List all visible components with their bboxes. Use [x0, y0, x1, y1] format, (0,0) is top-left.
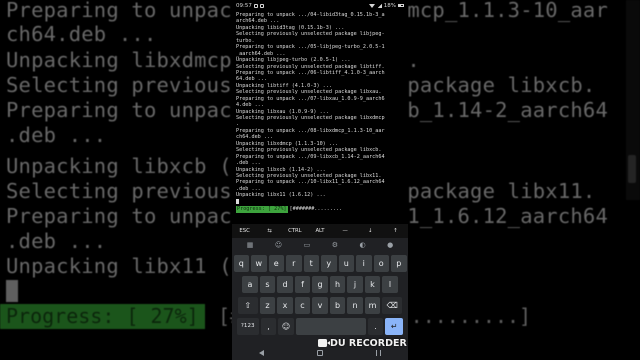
terminal-line: Preparing to unpack .../10-libx11_1.6.12…	[236, 179, 385, 186]
keyboard-row-3: ⇧ z x c v b n m ⌫	[232, 296, 408, 315]
gif-icon[interactable]: ▭	[304, 241, 311, 249]
enter-key[interactable]: ↵	[385, 318, 404, 335]
space-key[interactable]	[295, 318, 366, 335]
key-k[interactable]: k	[364, 276, 381, 293]
key-a[interactable]: a	[242, 276, 258, 293]
key-z[interactable]: z	[259, 297, 276, 314]
arrow-down-key[interactable]: ↓	[358, 224, 383, 238]
key-j[interactable]: j	[347, 276, 363, 293]
key-i[interactable]: i	[356, 255, 372, 272]
shift-key[interactable]: ⇧	[237, 297, 258, 314]
keyboard-row-4: ?123 , ☺ . ↵	[232, 317, 408, 336]
soft-keyboard: ▦ ☺ ▭ ⚙ ◐ ● qwertyuiop asdfghjkl ⇧ z x c v b n…	[232, 238, 408, 346]
key-f[interactable]: f	[294, 276, 311, 293]
terminal-line: Preparing to unpack .../09-libxcb_1.14-2…	[236, 153, 385, 160]
key-w[interactable]: w	[251, 255, 267, 272]
symbols-key[interactable]: ?123	[236, 318, 259, 335]
key-s[interactable]: s	[259, 276, 276, 293]
dash-key[interactable]: —	[333, 224, 358, 238]
left-dim-overlay	[0, 0, 232, 360]
key-b[interactable]: b	[329, 297, 346, 314]
key-g[interactable]: g	[312, 276, 328, 293]
back-icon[interactable]	[258, 350, 264, 356]
signal-icon	[376, 3, 382, 8]
key-c[interactable]: c	[294, 297, 311, 314]
keyboard-toolbar: ▦ ☺ ▭ ⚙ ◐ ●	[232, 238, 408, 252]
esc-key[interactable]: ESC	[232, 224, 257, 238]
palette-icon[interactable]: ◐	[360, 241, 366, 249]
status-time: 09:57	[236, 2, 252, 9]
comma-key[interactable]: ,	[260, 318, 277, 335]
notification-icon	[259, 3, 264, 8]
key-u[interactable]: u	[338, 255, 354, 272]
wifi-icon	[368, 3, 375, 8]
emoji-key[interactable]: ☺	[278, 318, 294, 335]
key-h[interactable]: h	[329, 276, 346, 293]
grid-icon[interactable]: ▦	[247, 241, 254, 249]
key-x[interactable]: x	[277, 297, 293, 314]
recorder-watermark: DU RECORDER	[318, 335, 407, 351]
keyboard-row-2: asdfghjkl	[232, 275, 408, 294]
battery-icon	[398, 3, 404, 8]
mic-icon[interactable]: ●	[387, 241, 393, 249]
status-bar: 09:57 18%	[232, 0, 408, 11]
terminal-progress-row: Progress: [ 27%] [#######.........	[236, 206, 404, 213]
key-e[interactable]: e	[268, 255, 284, 272]
phone-screen: 09:57 18% Preparing to unpack .../04-lib…	[232, 0, 408, 360]
terminal-line: Selecting previously unselected package …	[236, 147, 382, 154]
terminal-line: Selecting previously unselected package …	[236, 89, 382, 96]
right-dim-overlay	[408, 0, 640, 360]
status-left: 09:57	[236, 3, 264, 9]
key-l[interactable]: l	[382, 276, 398, 293]
key-o[interactable]: o	[373, 255, 389, 272]
battery-percent: 18%	[383, 2, 396, 9]
key-m[interactable]: m	[364, 297, 381, 314]
recorder-label: DU RECORDER	[330, 337, 407, 349]
key-y[interactable]: y	[321, 255, 337, 272]
progress-bar-text: [#######.........	[289, 206, 343, 213]
sticker-icon[interactable]: ☺	[275, 241, 282, 249]
key-n[interactable]: n	[347, 297, 363, 314]
key-p[interactable]: p	[391, 255, 407, 272]
key-d[interactable]: d	[277, 276, 293, 293]
terminal-cursor-line	[236, 198, 404, 205]
period-key[interactable]: .	[367, 318, 384, 335]
extra-keys-row: ESC ⇆ CTRL ALT — ↓ ↑	[232, 224, 408, 238]
key-v[interactable]: v	[312, 297, 328, 314]
progress-label: Progress: [ 27%]	[236, 206, 288, 213]
key-t[interactable]: t	[303, 255, 319, 272]
keyboard-row-1: qwertyuiop	[232, 254, 408, 273]
alt-key[interactable]: ALT	[307, 224, 332, 238]
video-camera-icon	[318, 339, 330, 347]
arrow-up-key[interactable]: ↑	[383, 224, 408, 238]
terminal-line: Preparing to unpack .../05-libjpeg-turbo…	[236, 44, 385, 51]
terminal-output[interactable]: Preparing to unpack .../04-libid3tag_0.1…	[232, 11, 408, 213]
key-r[interactable]: r	[286, 255, 302, 272]
terminal-line: Selecting previously unselected package …	[236, 31, 385, 38]
terminal-cursor	[236, 198, 239, 205]
tab-key[interactable]: ⇆	[257, 224, 282, 238]
backspace-key[interactable]: ⌫	[382, 297, 403, 314]
key-q[interactable]: q	[233, 255, 249, 272]
terminal-line: Selecting previously unselected package …	[236, 115, 385, 121]
terminal-line: Selecting previously unselected package …	[236, 63, 385, 70]
status-right: 18%	[368, 2, 404, 9]
notification-icon	[253, 3, 258, 8]
settings-icon[interactable]: ⚙	[332, 241, 338, 249]
ctrl-key[interactable]: CTRL	[282, 224, 307, 238]
